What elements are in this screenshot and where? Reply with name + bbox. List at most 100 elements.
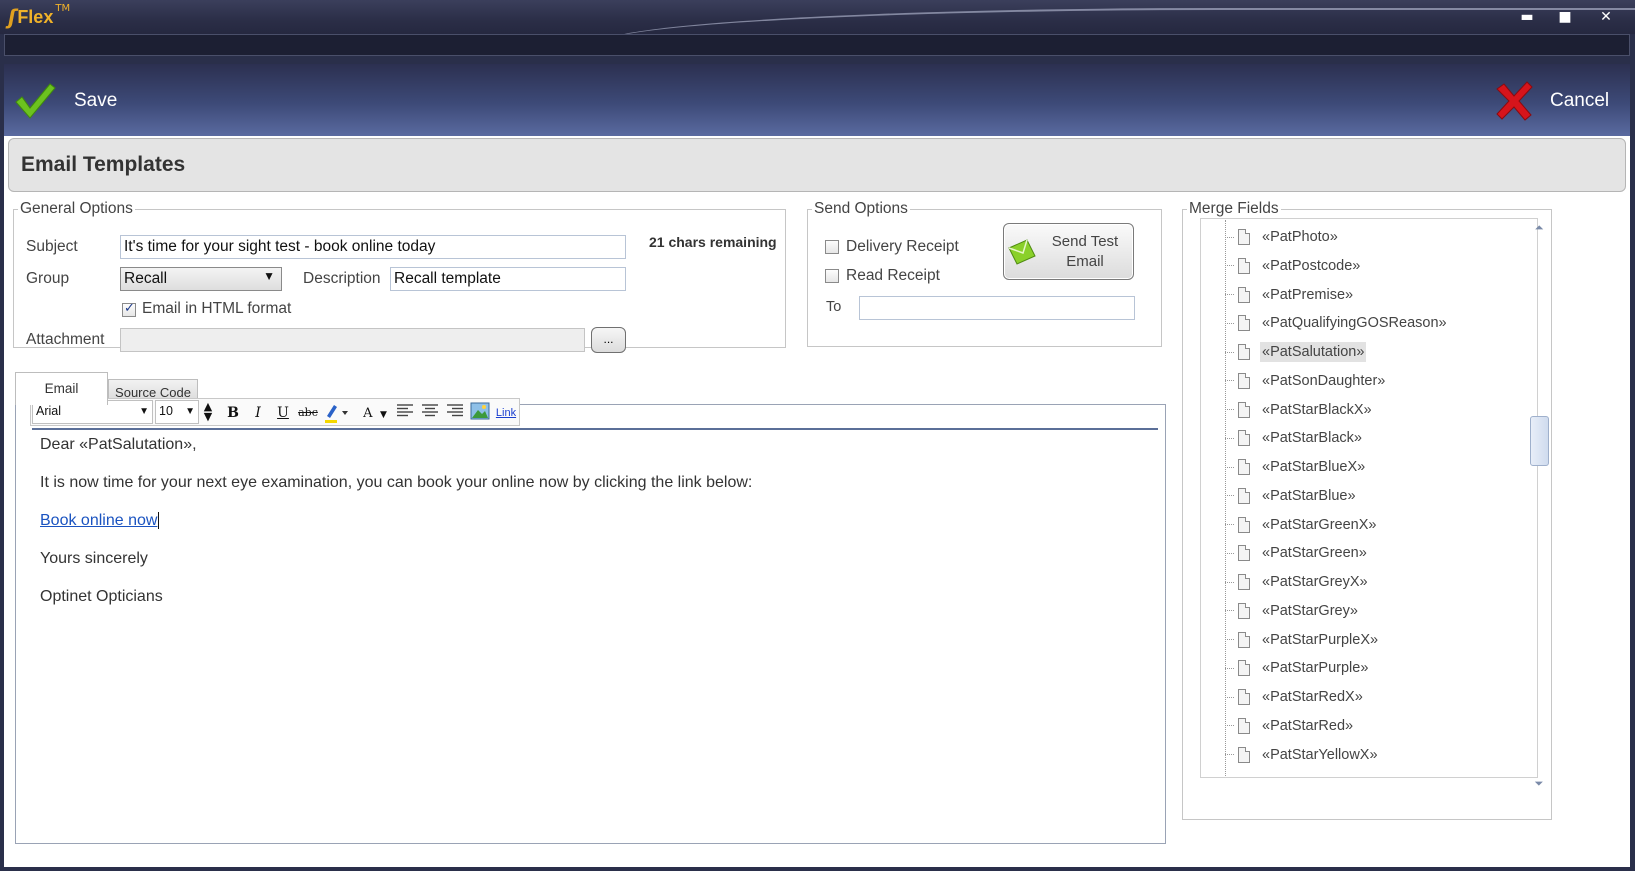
strikethrough-button[interactable]: abc bbox=[297, 402, 319, 424]
tree-guide-line bbox=[1225, 220, 1226, 776]
cancel-button[interactable]: Cancel bbox=[1494, 80, 1609, 122]
font-size-stepper-icon[interactable]: ▲ ▼ bbox=[201, 401, 215, 424]
underline-button[interactable]: U bbox=[273, 402, 293, 424]
document-icon bbox=[1238, 487, 1250, 504]
merge-fields-tree[interactable]: «PatPhoto» «PatPostcode» «PatPremise» «PatQ… bbox=[1200, 218, 1538, 778]
document-icon bbox=[1238, 602, 1250, 619]
scroll-up-icon[interactable]: ⏶ bbox=[1532, 222, 1546, 234]
send-options-group: Send Options Delivery Receipt Read Recei… bbox=[807, 200, 1162, 347]
action-toolbar: Save Cancel bbox=[4, 64, 1630, 136]
tree-connector bbox=[1225, 351, 1234, 353]
merge-field-label: «PatStarBlue» bbox=[1262, 487, 1356, 504]
align-right-icon[interactable] bbox=[445, 402, 465, 424]
merge-field-label: «PatStarYellowX» bbox=[1262, 746, 1378, 763]
main-panel: Email Templates General Options Subject … bbox=[4, 136, 1630, 867]
book-online-link[interactable]: Book online now bbox=[40, 512, 157, 529]
title-bar: ʃ Flex TM ▬ ■ ✕ bbox=[0, 0, 1635, 34]
highlight-color-button[interactable] bbox=[323, 402, 349, 424]
document-icon bbox=[1238, 631, 1250, 648]
group-select-value: Recall bbox=[124, 270, 168, 287]
text-cursor bbox=[158, 512, 160, 529]
send-options-legend: Send Options bbox=[814, 200, 908, 217]
browse-attachment-button[interactable]: ... bbox=[591, 327, 626, 353]
chevron-down-icon: ▼ bbox=[185, 406, 195, 417]
merge-field-item[interactable]: «PatSonDaughter» bbox=[1201, 368, 1387, 394]
font-size-select[interactable]: 10 ▼ bbox=[155, 400, 199, 424]
merge-field-label: «PatStarPurple» bbox=[1262, 660, 1369, 677]
send-test-label-line1: Send Test bbox=[1051, 233, 1119, 250]
font-color-button[interactable]: A ▼ bbox=[361, 402, 389, 424]
merge-field-item[interactable]: «PatStarGreen» bbox=[1201, 540, 1369, 566]
scrollbar-thumb[interactable] bbox=[1530, 416, 1549, 466]
merge-field-label: «PatStarBlackX» bbox=[1262, 401, 1372, 418]
minimize-icon[interactable]: ▬ bbox=[1518, 8, 1536, 26]
delivery-receipt-label: Delivery Receipt bbox=[846, 238, 959, 255]
merge-field-item[interactable]: «PatStarYellowX» bbox=[1201, 742, 1380, 768]
body-line-greeting: Dear «PatSalutation», bbox=[40, 436, 197, 453]
subject-label: Subject bbox=[26, 238, 78, 255]
body-line-message: It is now time for your next eye examina… bbox=[40, 474, 753, 491]
merge-field-label: «PatStarBlueX» bbox=[1262, 459, 1366, 475]
document-icon bbox=[1238, 545, 1250, 562]
to-field[interactable] bbox=[859, 296, 1135, 320]
chevron-down-icon: ▼ bbox=[379, 410, 387, 420]
x-icon bbox=[1496, 81, 1533, 121]
merge-field-label: «PatStarGrey» bbox=[1262, 602, 1358, 619]
chevron-down-icon: ▼ bbox=[139, 406, 149, 417]
italic-button[interactable]: I bbox=[248, 402, 268, 424]
read-receipt-checkbox[interactable] bbox=[825, 269, 839, 283]
align-left-icon[interactable] bbox=[395, 402, 415, 424]
check-icon bbox=[15, 83, 56, 119]
merge-field-label: «PatStarGreen» bbox=[1262, 545, 1367, 562]
tree-connector bbox=[1225, 495, 1234, 497]
merge-field-label: «PatPostcode» bbox=[1262, 257, 1361, 274]
merge-field-item[interactable]: «PatQualifyingGOSReason» bbox=[1201, 310, 1449, 336]
merge-field-item[interactable]: «PatPhoto» bbox=[1201, 224, 1340, 250]
tree-connector bbox=[1225, 380, 1234, 382]
document-icon bbox=[1238, 401, 1250, 418]
tree-connector bbox=[1225, 581, 1234, 583]
close-icon[interactable]: ✕ bbox=[1597, 8, 1615, 26]
merge-field-item[interactable]: «PatStarBlackX» bbox=[1201, 397, 1374, 423]
merge-field-item[interactable]: «PatStarGreenX» bbox=[1201, 512, 1378, 538]
html-format-checkbox[interactable] bbox=[122, 301, 136, 317]
tree-connector bbox=[1225, 610, 1234, 612]
tree-connector bbox=[1225, 409, 1234, 410]
send-test-email-button[interactable]: Send Test Email bbox=[1003, 223, 1134, 280]
merge-field-label: «PatSalutation» bbox=[1260, 342, 1367, 362]
document-icon bbox=[1238, 574, 1250, 590]
tree-connector bbox=[1225, 639, 1234, 640]
cancel-label: Cancel bbox=[1550, 90, 1610, 111]
maximize-icon[interactable]: ■ bbox=[1556, 8, 1574, 26]
description-label: Description bbox=[303, 270, 381, 287]
insert-link-button[interactable]: Link bbox=[493, 402, 519, 424]
tree-connector bbox=[1225, 466, 1234, 468]
general-options-legend: General Options bbox=[20, 200, 133, 217]
document-icon bbox=[1238, 459, 1250, 475]
app-name: Flex bbox=[17, 6, 54, 27]
tab-email[interactable]: Email bbox=[15, 372, 108, 405]
document-icon bbox=[1238, 257, 1250, 274]
merge-field-item[interactable]: «PatStarGreyX» bbox=[1201, 569, 1370, 595]
body-line-signature: Optinet Opticians bbox=[40, 588, 163, 605]
bold-button[interactable]: B bbox=[223, 402, 243, 424]
scroll-down-icon[interactable]: ⏷ bbox=[1532, 778, 1546, 790]
font-name-value: Arial bbox=[36, 404, 62, 418]
subject-field[interactable]: It's time for your sight test - book onl… bbox=[120, 235, 626, 259]
merge-field-item[interactable]: «PatStarPurple» bbox=[1201, 655, 1370, 681]
description-field[interactable]: Recall template bbox=[390, 267, 626, 291]
attachment-field[interactable] bbox=[120, 328, 585, 352]
general-options-group: General Options Subject It's time for yo… bbox=[13, 200, 786, 353]
page-header: Email Templates bbox=[8, 138, 1626, 192]
delivery-receipt-checkbox[interactable] bbox=[825, 240, 839, 254]
document-icon bbox=[1238, 717, 1250, 734]
merge-field-label: «PatStarBlack» bbox=[1262, 430, 1362, 447]
save-button[interactable]: Save bbox=[14, 80, 117, 122]
align-center-icon[interactable] bbox=[420, 402, 440, 424]
tree-connector bbox=[1225, 725, 1234, 727]
insert-image-icon[interactable] bbox=[469, 402, 491, 424]
group-select[interactable]: Recall ▼ bbox=[120, 267, 282, 291]
tree-connector bbox=[1225, 294, 1234, 295]
merge-field-item[interactable]: «PatStarPurpleX» bbox=[1201, 627, 1380, 653]
email-body-editor[interactable]: Dear «PatSalutation», It is now time for… bbox=[32, 428, 1158, 808]
